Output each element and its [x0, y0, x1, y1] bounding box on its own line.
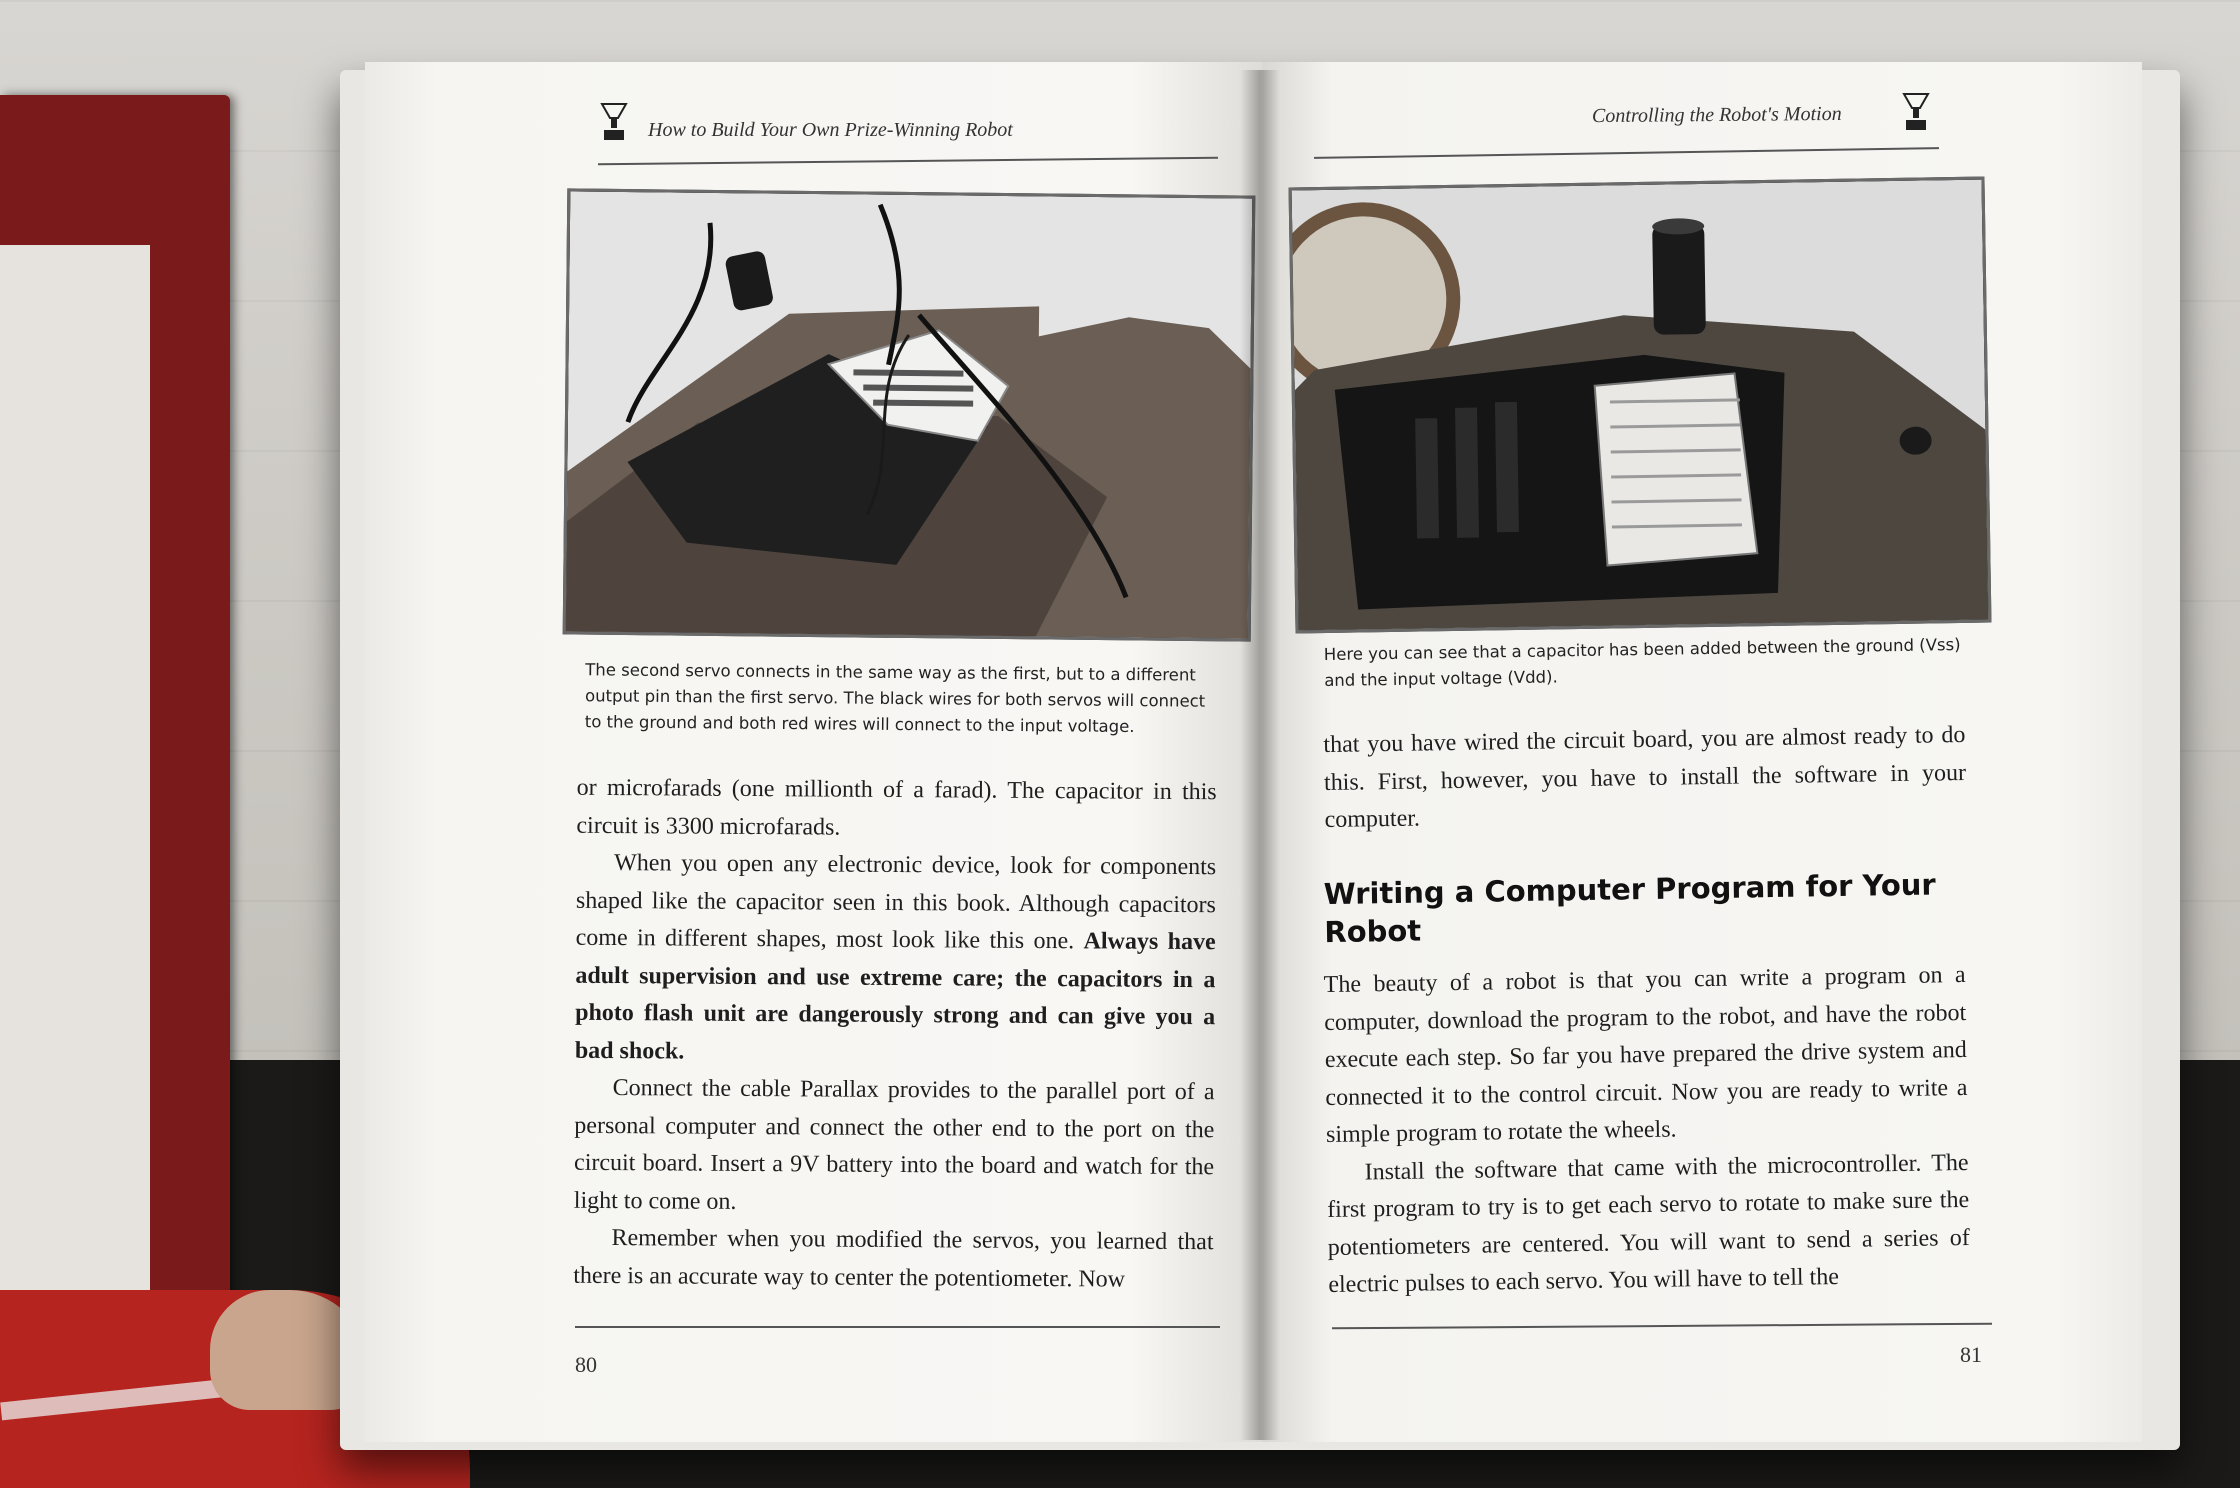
book-gutter	[1240, 70, 1280, 1440]
photo	[1288, 176, 1992, 634]
page-number: 81	[1960, 1342, 1982, 1367]
page-number: 80	[575, 1352, 597, 1377]
right-page: Controlling the Robot's Motion Here you …	[1262, 62, 2142, 1442]
paragraph: Remember when you modified the servos, y…	[573, 1225, 1214, 1293]
left-body: or microfarads (one millionth of a farad…	[573, 770, 1217, 1299]
side-book-cover	[0, 245, 150, 1365]
trophy-icon	[600, 103, 628, 140]
intro-paragraph: that you have wired the circuit board, y…	[1323, 717, 1967, 840]
trophy-icon	[1902, 93, 1930, 130]
left-page: How to Build Your Own Prize-Winning Robo…	[365, 62, 1265, 1442]
paragraph: that you have wired the circuit board, y…	[1323, 721, 1967, 834]
header-rule	[598, 156, 1218, 166]
photo-image	[1288, 179, 1989, 631]
paragraph: or microfarads (one millionth of a farad…	[576, 774, 1217, 841]
photo-caption: The second servo connects in the same wa…	[584, 660, 1206, 737]
section-heading: Writing a Computer Program for Your Robo…	[1323, 867, 1936, 950]
paragraph: Connect the cable Parallax provides to t…	[573, 1075, 1215, 1215]
footer-rule	[575, 1326, 1220, 1328]
header-rule	[1314, 147, 1939, 159]
running-head: Controlling the Robot's Motion	[1591, 102, 1842, 128]
photo	[562, 188, 1256, 642]
running-head: How to Build Your Own Prize-Winning Robo…	[648, 119, 1013, 141]
side-book	[0, 95, 230, 1385]
paragraph: When you open any electronic device, loo…	[575, 845, 1217, 1074]
paragraph: The beauty of a robot is that you can wr…	[1323, 961, 1968, 1149]
right-body: The beauty of a robot is that you can wr…	[1323, 957, 1970, 1305]
paragraph: Install the software that came with the …	[1327, 1149, 1970, 1299]
footer-rule	[1332, 1322, 1992, 1330]
photo-caption: Here you can see that a capacitor has be…	[1323, 635, 1961, 691]
photo-image	[565, 191, 1253, 639]
